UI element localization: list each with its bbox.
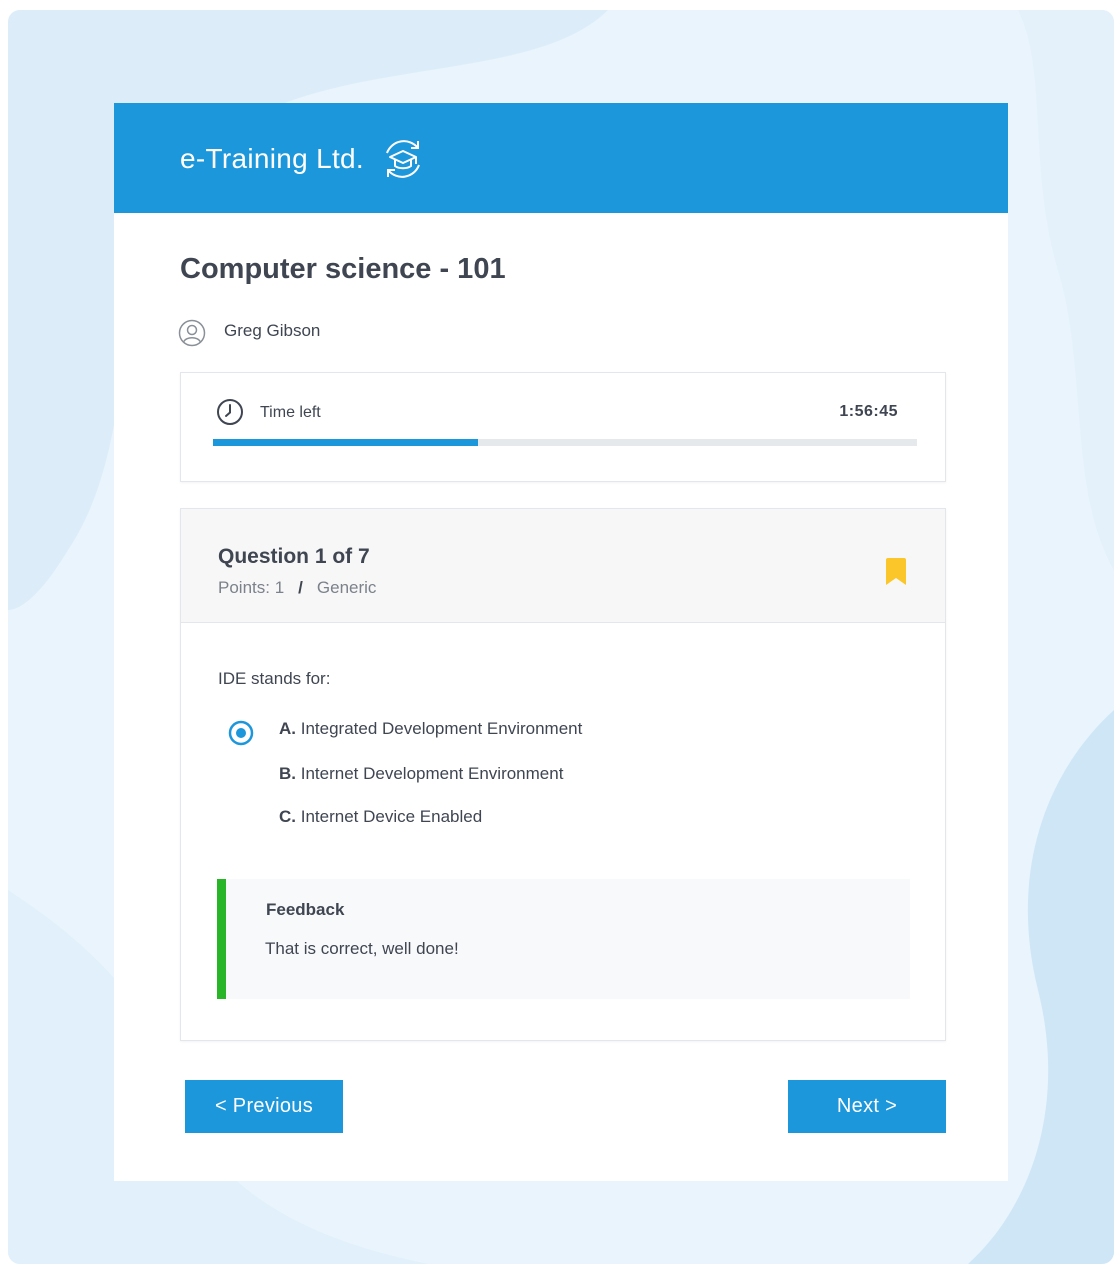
answer-option-b[interactable]: B. Internet Development Environment [279, 764, 563, 784]
feedback-accent-bar [217, 879, 226, 999]
option-text: Internet Device Enabled [300, 807, 483, 826]
time-progress-fill [213, 439, 478, 446]
time-left-label: Time left [260, 404, 321, 421]
bookmark-icon[interactable] [884, 557, 908, 587]
question-title: Question 1 of 7 [218, 545, 370, 568]
question-panel: Question 1 of 7 Points: 1 / Generic IDE st… [180, 508, 946, 1041]
answer-option-c[interactable]: C. Internet Device Enabled [279, 807, 482, 827]
previous-button[interactable]: < Previous [185, 1080, 343, 1133]
user-name: Greg Gibson [224, 321, 321, 340]
question-text: IDE stands for: [218, 669, 331, 688]
option-letter: A. [279, 719, 296, 738]
app-header: e-Training Ltd. [114, 103, 1008, 213]
feedback-title: Feedback [266, 900, 345, 919]
meta-separator: / [298, 578, 303, 597]
course-title: Computer science - 101 [180, 253, 506, 285]
feedback-text: That is correct, well done! [265, 939, 459, 958]
question-meta: Points: 1 / Generic [218, 578, 376, 598]
user-icon [178, 319, 206, 347]
question-points: Points: 1 [218, 578, 285, 597]
option-letter: C. [279, 807, 296, 826]
timer-panel: Time left 1:56:45 [180, 372, 946, 482]
time-progress-bar [213, 439, 917, 446]
option-text: Integrated Development Environment [300, 719, 583, 738]
clock-icon [217, 399, 243, 425]
radio-selected-icon[interactable] [228, 720, 254, 746]
option-letter: B. [279, 764, 296, 783]
graduation-cap-refresh-icon [386, 140, 420, 178]
question-category: Generic [316, 578, 377, 597]
question-header: Question 1 of 7 Points: 1 / Generic [181, 509, 945, 623]
brand-name: e-Training Ltd. [180, 143, 364, 174]
next-button[interactable]: Next > [788, 1080, 946, 1133]
option-text: Internet Development Environment [300, 764, 564, 783]
feedback-box: Feedback That is correct, well done! [217, 879, 910, 999]
quiz-card: e-Training Ltd. Computer science - 101 G… [114, 103, 1008, 1181]
answer-option-a[interactable]: A. Integrated Development Environment [279, 719, 582, 739]
time-left-value: 1:56:45 [839, 403, 898, 420]
